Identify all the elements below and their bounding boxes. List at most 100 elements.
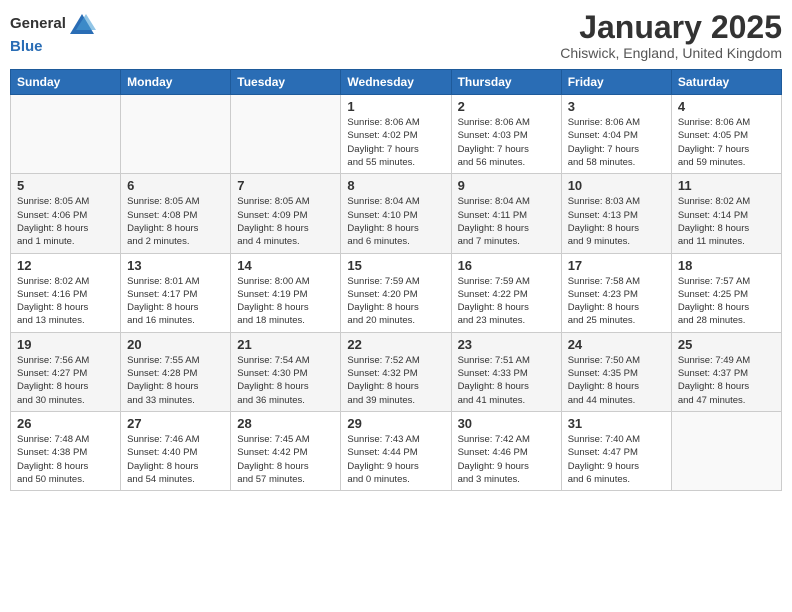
day-number: 7 xyxy=(237,178,334,193)
day-info: Sunrise: 8:06 AM Sunset: 4:02 PM Dayligh… xyxy=(347,116,444,169)
calendar-week-row: 12 Sunrise: 8:02 AM Sunset: 4:16 PM Dayli… xyxy=(11,253,782,332)
day-info: Sunrise: 7:49 AM Sunset: 4:37 PM Dayligh… xyxy=(678,354,775,407)
day-info: Sunrise: 7:54 AM Sunset: 4:30 PM Dayligh… xyxy=(237,354,334,407)
calendar-cell: 3 Sunrise: 8:06 AM Sunset: 4:04 PM Daylig… xyxy=(561,95,671,174)
day-number: 3 xyxy=(568,99,665,114)
logo-general-text: General xyxy=(10,16,66,33)
calendar-cell: 18 Sunrise: 7:57 AM Sunset: 4:25 PM Dayli… xyxy=(671,253,781,332)
day-number: 13 xyxy=(127,258,224,273)
day-number: 18 xyxy=(678,258,775,273)
day-info: Sunrise: 7:45 AM Sunset: 4:42 PM Dayligh… xyxy=(237,433,334,486)
day-info: Sunrise: 7:48 AM Sunset: 4:38 PM Dayligh… xyxy=(17,433,114,486)
column-header-thursday: Thursday xyxy=(451,70,561,95)
title-area: January 2025 Chiswick, England, United K… xyxy=(560,10,782,61)
calendar-cell: 21Sunrise: 7:54 AM Sunset: 4:30 PM Dayli… xyxy=(231,332,341,411)
calendar-cell: 19 Sunrise: 7:56 AM Sunset: 4:27 PM Dayli… xyxy=(11,332,121,411)
calendar-week-row: 19 Sunrise: 7:56 AM Sunset: 4:27 PM Dayli… xyxy=(11,332,782,411)
calendar-cell: 23 Sunrise: 7:51 AM Sunset: 4:33 PM Dayli… xyxy=(451,332,561,411)
day-info: Sunrise: 8:02 AM Sunset: 4:14 PM Dayligh… xyxy=(678,195,775,248)
calendar-cell: 31 Sunrise: 7:40 AM Sunset: 4:47 PM Dayli… xyxy=(561,411,671,490)
day-info: Sunrise: 7:40 AM Sunset: 4:47 PM Dayligh… xyxy=(568,433,665,486)
day-number: 8 xyxy=(347,178,444,193)
day-info: Sunrise: 8:00 AM Sunset: 4:19 PM Dayligh… xyxy=(237,275,334,328)
calendar-cell: 28Sunrise: 7:45 AM Sunset: 4:42 PM Dayli… xyxy=(231,411,341,490)
calendar-cell: 5Sunrise: 8:05 AM Sunset: 4:06 PM Daylig… xyxy=(11,174,121,253)
day-number: 23 xyxy=(458,337,555,352)
calendar-cell: 9Sunrise: 8:04 AM Sunset: 4:11 PM Daylig… xyxy=(451,174,561,253)
calendar-cell: 11 Sunrise: 8:02 AM Sunset: 4:14 PM Dayli… xyxy=(671,174,781,253)
day-number: 14 xyxy=(237,258,334,273)
day-number: 22 xyxy=(347,337,444,352)
day-info: Sunrise: 8:05 AM Sunset: 4:06 PM Dayligh… xyxy=(17,195,114,248)
day-number: 4 xyxy=(678,99,775,114)
day-info: Sunrise: 7:43 AM Sunset: 4:44 PM Dayligh… xyxy=(347,433,444,486)
column-header-friday: Friday xyxy=(561,70,671,95)
day-info: Sunrise: 8:03 AM Sunset: 4:13 PM Dayligh… xyxy=(568,195,665,248)
calendar-header-row: SundayMondayTuesdayWednesdayThursdayFrid… xyxy=(11,70,782,95)
day-number: 31 xyxy=(568,416,665,431)
day-info: Sunrise: 8:06 AM Sunset: 4:03 PM Dayligh… xyxy=(458,116,555,169)
day-info: Sunrise: 7:58 AM Sunset: 4:23 PM Dayligh… xyxy=(568,275,665,328)
day-number: 11 xyxy=(678,178,775,193)
calendar-cell: 2Sunrise: 8:06 AM Sunset: 4:03 PM Daylig… xyxy=(451,95,561,174)
column-header-wednesday: Wednesday xyxy=(341,70,451,95)
day-info: Sunrise: 7:46 AM Sunset: 4:40 PM Dayligh… xyxy=(127,433,224,486)
header: General Blue January 2025 Chiswick, Engl… xyxy=(10,10,782,61)
day-number: 6 xyxy=(127,178,224,193)
calendar-cell: 8 Sunrise: 8:04 AM Sunset: 4:10 PM Daylig… xyxy=(341,174,451,253)
calendar-week-row: 26Sunrise: 7:48 AM Sunset: 4:38 PM Dayli… xyxy=(11,411,782,490)
calendar-cell: 22Sunrise: 7:52 AM Sunset: 4:32 PM Dayli… xyxy=(341,332,451,411)
day-info: Sunrise: 8:04 AM Sunset: 4:10 PM Dayligh… xyxy=(347,195,444,248)
day-info: Sunrise: 8:01 AM Sunset: 4:17 PM Dayligh… xyxy=(127,275,224,328)
day-number: 19 xyxy=(17,337,114,352)
logo-blue-text: Blue xyxy=(10,38,43,55)
day-number: 1 xyxy=(347,99,444,114)
calendar-cell xyxy=(231,95,341,174)
day-info: Sunrise: 8:06 AM Sunset: 4:04 PM Dayligh… xyxy=(568,116,665,169)
day-number: 15 xyxy=(347,258,444,273)
day-number: 24 xyxy=(568,337,665,352)
calendar-cell: 12 Sunrise: 8:02 AM Sunset: 4:16 PM Dayli… xyxy=(11,253,121,332)
day-info: Sunrise: 7:57 AM Sunset: 4:25 PM Dayligh… xyxy=(678,275,775,328)
calendar-cell: 10Sunrise: 8:03 AM Sunset: 4:13 PM Dayli… xyxy=(561,174,671,253)
calendar-cell: 29 Sunrise: 7:43 AM Sunset: 4:44 PM Dayli… xyxy=(341,411,451,490)
day-number: 27 xyxy=(127,416,224,431)
day-number: 20 xyxy=(127,337,224,352)
day-info: Sunrise: 8:05 AM Sunset: 4:09 PM Dayligh… xyxy=(237,195,334,248)
day-number: 16 xyxy=(458,258,555,273)
calendar-cell: 7 Sunrise: 8:05 AM Sunset: 4:09 PM Daylig… xyxy=(231,174,341,253)
calendar-cell: 4 Sunrise: 8:06 AM Sunset: 4:05 PM Daylig… xyxy=(671,95,781,174)
day-info: Sunrise: 7:50 AM Sunset: 4:35 PM Dayligh… xyxy=(568,354,665,407)
day-number: 12 xyxy=(17,258,114,273)
column-header-monday: Monday xyxy=(121,70,231,95)
calendar-cell: 20 Sunrise: 7:55 AM Sunset: 4:28 PM Dayli… xyxy=(121,332,231,411)
day-info: Sunrise: 8:04 AM Sunset: 4:11 PM Dayligh… xyxy=(458,195,555,248)
calendar-cell: 17Sunrise: 7:58 AM Sunset: 4:23 PM Dayli… xyxy=(561,253,671,332)
calendar-cell: 25Sunrise: 7:49 AM Sunset: 4:37 PM Dayli… xyxy=(671,332,781,411)
day-info: Sunrise: 7:56 AM Sunset: 4:27 PM Dayligh… xyxy=(17,354,114,407)
day-info: Sunrise: 8:06 AM Sunset: 4:05 PM Dayligh… xyxy=(678,116,775,169)
calendar-cell: 26Sunrise: 7:48 AM Sunset: 4:38 PM Dayli… xyxy=(11,411,121,490)
day-info: Sunrise: 7:55 AM Sunset: 4:28 PM Dayligh… xyxy=(127,354,224,407)
calendar-cell: 30Sunrise: 7:42 AM Sunset: 4:46 PM Dayli… xyxy=(451,411,561,490)
day-number: 29 xyxy=(347,416,444,431)
day-info: Sunrise: 7:51 AM Sunset: 4:33 PM Dayligh… xyxy=(458,354,555,407)
column-header-tuesday: Tuesday xyxy=(231,70,341,95)
day-info: Sunrise: 8:02 AM Sunset: 4:16 PM Dayligh… xyxy=(17,275,114,328)
column-header-saturday: Saturday xyxy=(671,70,781,95)
calendar-cell xyxy=(121,95,231,174)
calendar-cell: 16 Sunrise: 7:59 AM Sunset: 4:22 PM Dayli… xyxy=(451,253,561,332)
location-subtitle: Chiswick, England, United Kingdom xyxy=(560,45,782,61)
calendar-cell: 15 Sunrise: 7:59 AM Sunset: 4:20 PM Dayli… xyxy=(341,253,451,332)
day-info: Sunrise: 8:05 AM Sunset: 4:08 PM Dayligh… xyxy=(127,195,224,248)
calendar-cell: 27 Sunrise: 7:46 AM Sunset: 4:40 PM Dayli… xyxy=(121,411,231,490)
day-info: Sunrise: 7:59 AM Sunset: 4:20 PM Dayligh… xyxy=(347,275,444,328)
calendar-cell: 6 Sunrise: 8:05 AM Sunset: 4:08 PM Daylig… xyxy=(121,174,231,253)
calendar-table: SundayMondayTuesdayWednesdayThursdayFrid… xyxy=(10,69,782,491)
calendar-cell: 14 Sunrise: 8:00 AM Sunset: 4:19 PM Dayli… xyxy=(231,253,341,332)
logo: General Blue xyxy=(10,10,96,56)
day-info: Sunrise: 7:59 AM Sunset: 4:22 PM Dayligh… xyxy=(458,275,555,328)
logo-icon xyxy=(68,10,96,38)
month-title: January 2025 xyxy=(560,10,782,45)
day-number: 30 xyxy=(458,416,555,431)
